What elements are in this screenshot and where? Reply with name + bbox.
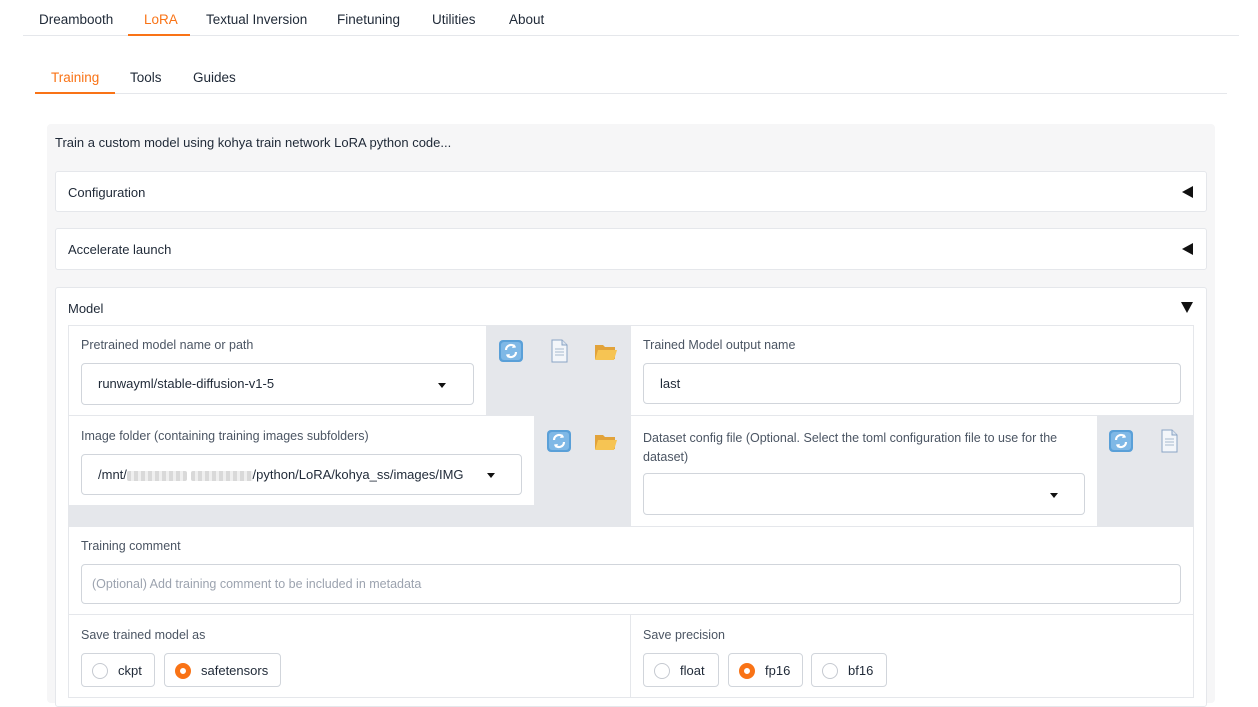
radio-ckpt[interactable]: ckpt [81, 653, 155, 687]
radio-fp16[interactable]: fp16 [728, 653, 803, 687]
accordion-accelerate-launch[interactable]: Accelerate launch [55, 228, 1207, 270]
save-as-label: Save trained model as [81, 628, 206, 642]
radio-float-label: float [680, 663, 705, 678]
tab-lora-underline [128, 34, 190, 36]
training-comment-input[interactable]: (Optional) Add training comment to be in… [81, 564, 1181, 604]
accordion-accelerate-label: Accelerate launch [68, 242, 172, 257]
tab-about[interactable]: About [509, 12, 544, 27]
subtab-guides[interactable]: Guides [193, 70, 236, 85]
subtab-tools[interactable]: Tools [130, 70, 162, 85]
accordion-model-label: Model [68, 301, 104, 316]
radio-bf16-label: bf16 [848, 663, 874, 678]
radio-float[interactable]: float [643, 653, 719, 687]
radio-circle [92, 663, 108, 679]
pretrained-model-value: runwayml/stable-diffusion-v1-5 [98, 376, 275, 391]
collapse-arrow-icon [1182, 186, 1193, 198]
tab-finetuning[interactable]: Finetuning [337, 12, 400, 27]
refresh-icon[interactable] [546, 429, 572, 453]
radio-circle-selected [739, 663, 755, 679]
tab-utilities[interactable]: Utilities [432, 12, 476, 27]
subtab-training[interactable]: Training [51, 70, 99, 85]
radio-safetensors-label: safetensors [201, 663, 269, 678]
radio-ckpt-label: ckpt [118, 663, 142, 678]
tab-lora[interactable]: LoRA [144, 12, 178, 27]
save-precision-label: Save precision [643, 628, 725, 642]
accordion-configuration-label: Configuration [68, 185, 146, 200]
chevron-down-icon [1050, 493, 1058, 498]
radio-bf16[interactable]: bf16 [811, 653, 887, 687]
radio-fp16-label: fp16 [765, 663, 791, 678]
training-comment-placeholder: (Optional) Add training comment to be in… [92, 577, 422, 591]
document-icon[interactable] [546, 339, 572, 363]
output-name-value: last [660, 376, 681, 391]
tab-dreambooth[interactable]: Dreambooth [39, 12, 113, 27]
pretrained-model-dropdown[interactable]: runwayml/stable-diffusion-v1-5 [81, 363, 474, 405]
output-name-label: Trained Model output name [643, 338, 796, 352]
expand-arrow-icon [1181, 302, 1193, 313]
tab-textual-inversion[interactable]: Textual Inversion [206, 12, 307, 27]
accordion-configuration[interactable]: Configuration [55, 171, 1207, 212]
output-name-input[interactable]: last [643, 363, 1181, 404]
pretrained-model-label: Pretrained model name or path [81, 338, 254, 352]
chevron-down-icon [438, 383, 446, 388]
dataset-config-dropdown[interactable] [643, 473, 1085, 515]
subtab-training-underline [35, 92, 115, 94]
radio-circle [822, 663, 838, 679]
redacted-path [190, 470, 253, 481]
collapse-arrow-icon [1182, 243, 1193, 255]
chevron-down-icon [487, 473, 495, 478]
dataset-config-label: Dataset config file (Optional. Select th… [643, 431, 1058, 464]
radio-circle-selected [175, 663, 191, 679]
document-icon[interactable] [1156, 429, 1182, 453]
radio-circle [654, 663, 670, 679]
image-folder-dropdown[interactable]: /mnt/ /python/LoRA/kohya_ss/images/IMG [81, 454, 522, 495]
redacted-path [126, 470, 187, 481]
radio-safetensors[interactable]: safetensors [164, 653, 281, 687]
image-folder-value: /mnt/ /python/LoRA/kohya_ss/images/IMG [98, 467, 464, 482]
refresh-icon[interactable] [1108, 429, 1134, 453]
folder-icon[interactable] [593, 429, 619, 453]
image-folder-label: Image folder (containing training images… [81, 429, 369, 443]
training-comment-label: Training comment [81, 539, 181, 553]
folder-icon[interactable] [593, 339, 619, 363]
refresh-icon[interactable] [498, 339, 524, 363]
panel-description: Train a custom model using kohya train n… [55, 135, 452, 150]
